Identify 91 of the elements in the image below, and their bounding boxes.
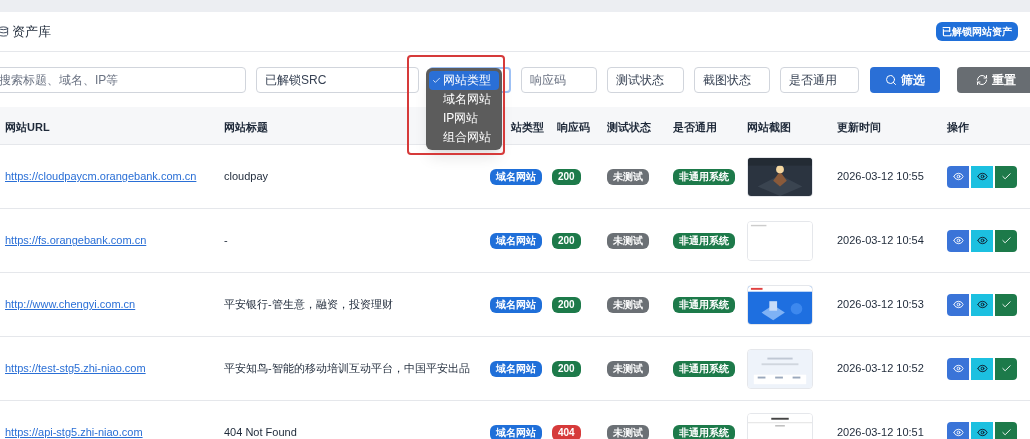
table-cell-text: 2026-03-12 10:51 [837, 425, 925, 439]
url-link[interactable]: http://www.chengyi.com.cn [5, 296, 224, 313]
eye-icon [952, 171, 964, 182]
confirm-button[interactable] [995, 357, 1017, 380]
universal-tag: 非通用系统 [673, 233, 735, 249]
universal-tag: 非通用系统 [673, 361, 735, 377]
eye-icon [952, 427, 964, 438]
column-header: 网站URL [5, 120, 50, 133]
universal-tag: 非通用系统 [673, 169, 735, 185]
select-field[interactable]: 截图状态 [694, 66, 770, 93]
view-button[interactable] [947, 421, 969, 439]
check-icon [1000, 299, 1012, 310]
check-icon [1000, 235, 1012, 246]
universal-tag: 非通用系统 [673, 425, 735, 439]
type-tag: 域名网站 [490, 297, 542, 313]
dropdown-option[interactable]: 组合网站 [429, 127, 499, 147]
select-field[interactable]: 已解锁SRC [256, 66, 419, 93]
column-header: 是否通用 [673, 120, 717, 133]
url-link[interactable]: https://fs.orangebank.com.cn [5, 232, 224, 249]
select-field[interactable]: 测试状态 [607, 66, 684, 93]
test-status-tag: 未测试 [607, 425, 649, 439]
confirm-button[interactable] [995, 421, 1017, 439]
column-header: 响应码 [557, 120, 590, 133]
eye-icon [976, 235, 988, 246]
type-tag: 域名网站 [490, 425, 542, 439]
select-field[interactable]: 是否通用 [780, 66, 859, 93]
search-field[interactable]: 响应码 [521, 66, 597, 93]
test-status-tag: 未测试 [607, 233, 649, 249]
dropdown-option[interactable]: 域名网站 [429, 89, 499, 109]
preview-button[interactable] [971, 421, 993, 439]
type-tag: 域名网站 [490, 361, 542, 377]
dropdown-option[interactable]: 网站类型 [429, 70, 499, 90]
eye-icon [952, 363, 964, 374]
eye-icon [976, 363, 988, 374]
reset-button[interactable]: 重置 [957, 66, 1030, 93]
table-cell-text: 2026-03-12 10:53 [837, 297, 925, 313]
table-cell: 404 Not Found [224, 426, 297, 439]
table-cell: cloudpay [224, 170, 269, 183]
status-code-tag: 200 [552, 233, 581, 249]
check-icon [1000, 427, 1012, 438]
page-title: 资产库 [12, 22, 51, 41]
table-cell-text: 2026-03-12 10:52 [837, 361, 925, 377]
preview-button[interactable] [971, 357, 993, 380]
table-cell-text: 2026-03-12 10:54 [837, 233, 925, 249]
filter-button[interactable]: 筛选 [870, 66, 940, 93]
view-button[interactable] [947, 165, 969, 188]
view-button[interactable] [947, 293, 969, 316]
eye-icon [976, 299, 988, 310]
universal-tag: 非通用系统 [673, 297, 735, 313]
table-cell: 平安知鸟-智能的移动培训互动平台，中国平安出品 [224, 362, 470, 375]
refresh-icon [976, 73, 988, 86]
database-icon [0, 26, 9, 37]
table-cell-text: 2026-03-12 10:55 [837, 169, 925, 185]
status-code-tag: 200 [552, 361, 581, 377]
column-header: 网站截图 [747, 120, 791, 133]
status-code-tag: 200 [552, 169, 581, 185]
confirm-button[interactable] [995, 229, 1017, 252]
url-link[interactable]: https://cloudpaycm.orangebank.com.cn [5, 168, 224, 185]
dropdown-option[interactable]: IP网站 [429, 108, 499, 128]
eye-icon [952, 235, 964, 246]
view-button[interactable] [947, 229, 969, 252]
test-status-tag: 未测试 [607, 361, 649, 377]
type-tag: 域名网站 [490, 169, 542, 185]
search-icon [885, 73, 897, 86]
test-status-tag: 未测试 [607, 297, 649, 313]
column-header: 网站标题 [224, 120, 268, 133]
preview-button[interactable] [971, 165, 993, 188]
type-tag: 域名网站 [490, 233, 542, 249]
eye-icon [976, 171, 988, 182]
column-header: 操作 [947, 120, 969, 133]
status-badge: 已解锁网站资产 [936, 22, 1018, 41]
status-code-tag: 200 [552, 297, 581, 313]
test-status-tag: 未测试 [607, 169, 649, 185]
table-cell: - [224, 234, 228, 247]
table-cell: 平安银行-管生意，融资，投资理财 [224, 298, 393, 311]
check-icon [1000, 171, 1012, 182]
preview-button[interactable] [971, 229, 993, 252]
confirm-button[interactable] [995, 293, 1017, 316]
column-header: 站类型 [511, 120, 544, 133]
check-icon [1000, 363, 1012, 374]
preview-button[interactable] [971, 293, 993, 316]
view-button[interactable] [947, 357, 969, 380]
column-header: 测试状态 [607, 120, 651, 133]
url-link[interactable]: https://test-stg5.zhi-niao.com [5, 360, 224, 377]
url-link[interactable]: https://api-stg5.zhi-niao.com [5, 424, 224, 439]
check-icon [431, 76, 441, 86]
column-header: 更新时间 [837, 120, 881, 133]
eye-icon [952, 299, 964, 310]
status-code-tag: 404 [552, 425, 581, 439]
eye-icon [976, 427, 988, 438]
confirm-button[interactable] [995, 165, 1017, 188]
